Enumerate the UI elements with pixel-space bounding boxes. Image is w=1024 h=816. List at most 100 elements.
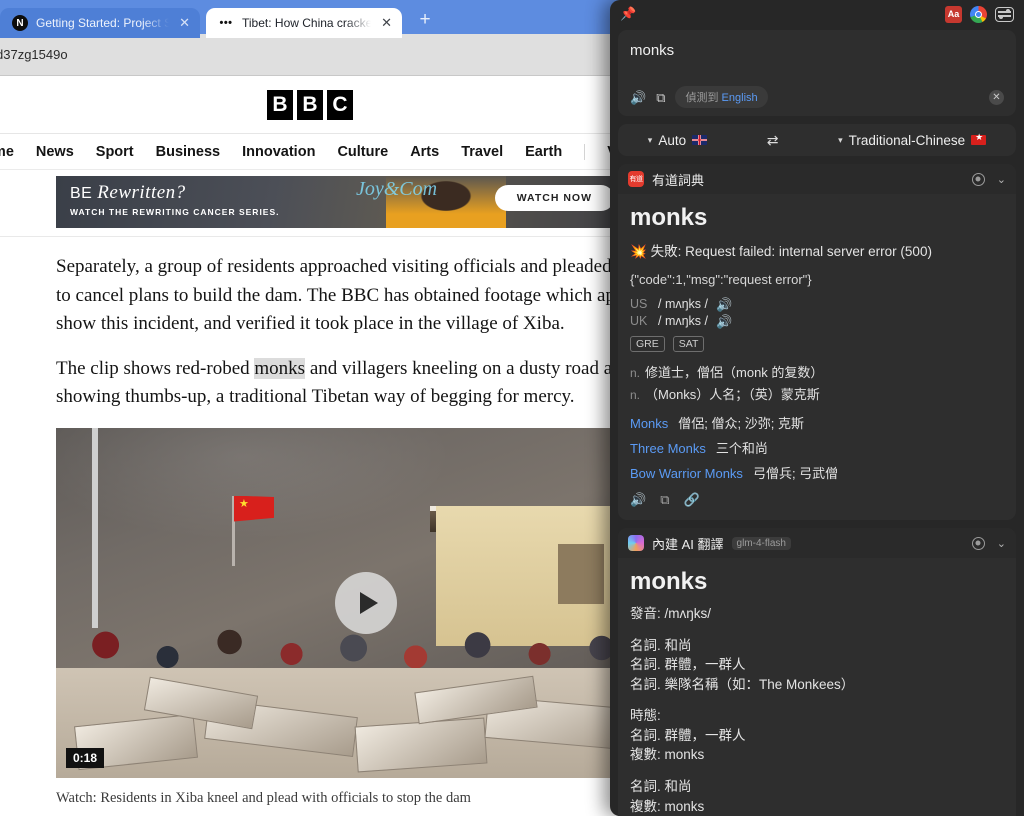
nav-item-arts[interactable]: Arts xyxy=(410,144,439,160)
nav-item-innovation[interactable]: Innovation xyxy=(242,144,315,160)
bbc-logo[interactable]: B B C xyxy=(0,76,620,134)
new-tab-button[interactable]: + xyxy=(414,9,436,31)
tab-title: Tibet: How China cracked dow xyxy=(242,16,372,30)
target-language-selector[interactable]: ▾ Traditional-Chinese xyxy=(838,132,987,148)
play-icon xyxy=(359,591,378,614)
copy-icon[interactable]: ⧉ xyxy=(656,91,665,104)
phrase-row: Three Monks 三个和尚 xyxy=(630,438,1004,457)
youdao-error-message: 💥 失敗: Request failed: internal server er… xyxy=(630,240,1004,260)
ai-line: 發音: /mʌŋks/ xyxy=(630,606,712,621)
phrase-en[interactable]: Monks xyxy=(630,416,668,431)
chevron-down-icon[interactable]: ⌄ xyxy=(997,173,1006,186)
youdao-icon: 有道 xyxy=(628,171,644,187)
phrase-en[interactable]: Bow Warrior Monks xyxy=(630,466,743,481)
font-size-icon[interactable]: Aa xyxy=(945,5,962,23)
ai-line: 複數: monks xyxy=(630,798,705,814)
youdao-raw-response: {"code":1,"msg":"request error"} xyxy=(630,272,812,287)
speaker-icon[interactable]: 🔊 xyxy=(630,492,646,508)
article-body: Separately, a group of residents approac… xyxy=(0,237,620,412)
link-icon[interactable]: 🔗 xyxy=(683,492,699,508)
ai-spacer xyxy=(630,624,1004,636)
detected-language: English xyxy=(721,92,758,104)
phrase-en[interactable]: Three Monks xyxy=(630,441,706,456)
youdao-header-actions: ⌄ xyxy=(971,172,1006,186)
nav-item-home[interactable]: Home xyxy=(0,144,14,160)
url-text: d37zg1549o xyxy=(0,47,68,62)
bbc-logo-letter: C xyxy=(327,89,353,120)
chevron-down-icon: ▾ xyxy=(647,134,653,145)
exam-tags: GRE SAT xyxy=(630,336,1004,352)
nav-item-travel[interactable]: Travel xyxy=(461,144,503,160)
video-caption: Watch: Residents in Xiba kneel and plead… xyxy=(56,789,471,806)
speaker-icon[interactable]: 🔊 xyxy=(716,315,732,328)
chevron-down-icon[interactable]: ⌄ xyxy=(997,537,1006,550)
ai-line: 名詞. 和尚 xyxy=(630,637,692,653)
notion-icon: N xyxy=(12,15,28,31)
para2-before: The clip shows red-robed xyxy=(56,357,255,379)
tab-close-icon[interactable]: ✕ xyxy=(177,15,192,31)
error-burst-icon: 💥 xyxy=(630,244,647,259)
pronunciation-ipa: / mʌŋks / xyxy=(658,314,709,328)
ai-sparkle-icon xyxy=(628,535,644,551)
source-text-box[interactable]: monks 🔊 ⧉ 偵測到 English ✕ xyxy=(618,30,1016,116)
youdao-card-title: 有道詞典 xyxy=(652,172,705,188)
status-circle-icon[interactable] xyxy=(971,536,985,550)
browser-tab-inactive[interactable]: N Getting Started: Project Struc ✕ xyxy=(0,8,200,38)
copy-icon[interactable]: ⧉ xyxy=(660,492,669,508)
target-language-label: Traditional-Chinese xyxy=(848,132,966,148)
ad-title-prefix: BE xyxy=(70,185,98,202)
definition-row: n. （Monks）人名；（英）蒙克斯 xyxy=(630,384,1004,403)
speaker-icon[interactable]: 🔊 xyxy=(716,298,732,311)
popup-toolbar: 📌 Aa xyxy=(610,0,1024,28)
video-play-button[interactable] xyxy=(335,571,397,634)
source-language-selector[interactable]: ▾ Auto xyxy=(647,132,708,148)
browser-tab-active[interactable]: ••• Tibet: How China cracked dow ✕ xyxy=(206,8,402,38)
nav-item-sport[interactable]: Sport xyxy=(96,144,134,160)
pushpin-icon[interactable]: 📌 xyxy=(620,6,636,22)
video-duration-badge: 0:18 xyxy=(66,747,105,768)
video-rock xyxy=(354,717,488,772)
translation-popup: 📌 Aa monks 🔊 ⧉ 偵測到 English ✕ ▾ Auto ⇄ ▾ … xyxy=(610,0,1024,816)
phrase-zh: 三个和尚 xyxy=(715,441,768,456)
bbc-logo-letter: B xyxy=(297,89,323,120)
tab-strip: N Getting Started: Project Struc ✕ ••• T… xyxy=(0,0,620,38)
phrase-zh: 僧侶; 僧众; 沙弥; 克斯 xyxy=(678,416,804,431)
exam-tag-sat: SAT xyxy=(672,336,705,352)
clear-input-button[interactable]: ✕ xyxy=(989,89,1004,105)
chrome-icon[interactable] xyxy=(970,5,987,23)
swap-languages-icon[interactable]: ⇄ xyxy=(767,132,779,149)
pronunciation-us: US / mʌŋks / 🔊 xyxy=(630,297,1004,311)
ai-card-title: 內建 AI 翻譯 xyxy=(652,536,724,552)
bbc-logo-letter: B xyxy=(267,89,293,120)
definition-row: n. 修道士，僧侶（monk 的复数） xyxy=(630,362,1004,381)
article-video-player[interactable]: 0:18 xyxy=(56,427,620,778)
definition-text: （Monks）人名；（英）蒙克斯 xyxy=(645,387,820,402)
tab-close-icon[interactable]: ✕ xyxy=(379,15,394,31)
ai-headword: monks xyxy=(630,568,708,595)
ad-watch-now-button[interactable]: WATCH NOW xyxy=(494,185,614,211)
youdao-headword: monks xyxy=(630,204,708,231)
bbc-icon: ••• xyxy=(218,15,234,31)
bbc-page: B B C Home News Sport Business Innovatio… xyxy=(0,76,620,816)
ad-banner-subtitle: WATCH THE REWRITING CANCER SERIES. xyxy=(70,207,280,217)
settings-sliders-icon[interactable] xyxy=(995,6,1014,22)
source-language-label: Auto xyxy=(658,132,687,148)
status-circle-icon[interactable] xyxy=(971,172,985,186)
ai-header-actions: ⌄ xyxy=(971,536,1006,550)
chevron-down-icon: ▾ xyxy=(838,134,843,145)
address-bar[interactable]: d37zg1549o xyxy=(0,34,620,76)
speaker-icon[interactable]: 🔊 xyxy=(630,91,646,104)
nav-item-earth[interactable]: Earth xyxy=(525,144,562,160)
exam-tag-gre: GRE xyxy=(630,336,665,352)
nav-item-culture[interactable]: Culture xyxy=(337,144,388,160)
detected-prefix: 偵測到 xyxy=(685,92,719,104)
nav-item-business[interactable]: Business xyxy=(156,144,220,160)
phrase-row: Bow Warrior Monks 弓僧兵; 弓武僧 xyxy=(630,463,1004,482)
selected-word-monks[interactable]: monks xyxy=(254,357,306,379)
taiwan-flag-icon xyxy=(971,132,987,145)
page-ad-banner[interactable]: Joy&Com BE Rewritten? WATCH THE REWRITIN… xyxy=(56,176,620,228)
ad-banner-title: BE Rewritten? xyxy=(70,182,186,204)
china-flag-icon xyxy=(234,495,274,522)
nav-item-news[interactable]: News xyxy=(36,144,74,160)
phrase-zh: 弓僧兵; 弓武僧 xyxy=(752,466,839,481)
